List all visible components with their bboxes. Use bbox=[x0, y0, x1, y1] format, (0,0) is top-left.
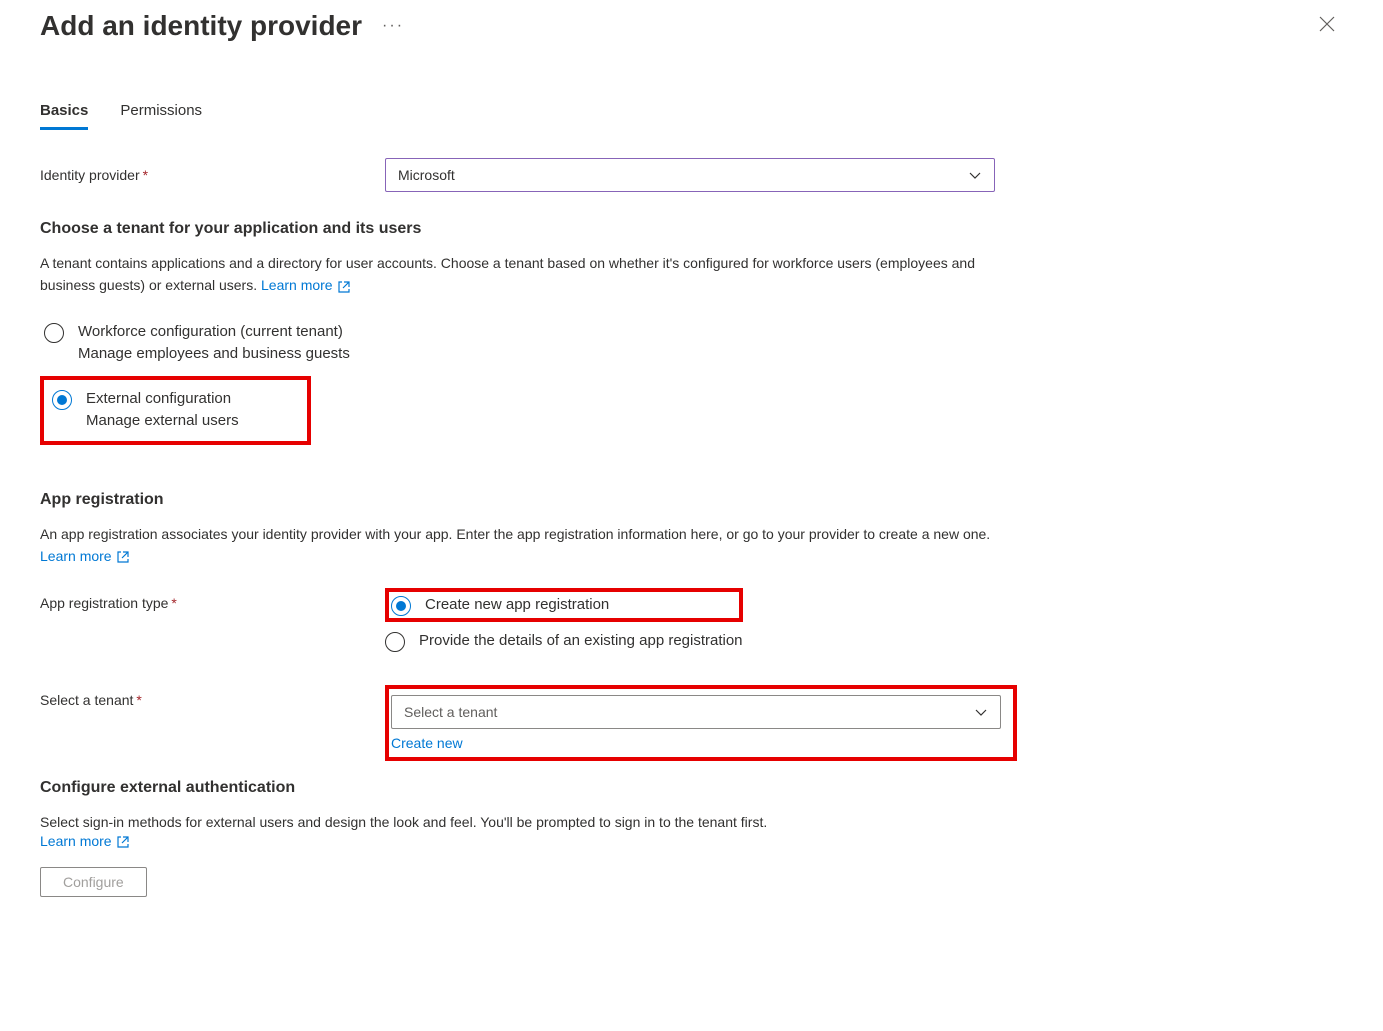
configure-auth-description: Select sign-in methods for external user… bbox=[40, 811, 1000, 833]
close-icon[interactable] bbox=[1311, 11, 1343, 42]
radio-circle-checked bbox=[391, 596, 411, 616]
radio-create-new-app[interactable]: Create new app registration bbox=[391, 594, 609, 617]
app-reg-type-label-text: App registration type bbox=[40, 595, 168, 611]
required-indicator: * bbox=[143, 167, 148, 183]
create-new-text: Create new app registration bbox=[425, 594, 609, 617]
identity-provider-select[interactable]: Microsoft bbox=[385, 158, 995, 192]
chevron-down-icon bbox=[974, 705, 988, 719]
configure-auth-learn-more-text: Learn more bbox=[40, 833, 112, 849]
tenant-description-text: A tenant contains applications and a dir… bbox=[40, 255, 975, 293]
workforce-subtitle: Manage employees and business guests bbox=[78, 343, 350, 366]
header-left: Add an identity provider ··· bbox=[40, 10, 404, 42]
select-tenant-placeholder: Select a tenant bbox=[404, 704, 497, 720]
radio-workforce-config[interactable]: Workforce configuration (current tenant)… bbox=[40, 317, 1343, 370]
required-indicator: * bbox=[136, 692, 141, 708]
app-reg-learn-more-link[interactable]: Learn more bbox=[40, 548, 129, 564]
select-tenant-label: Select a tenant* bbox=[40, 685, 385, 708]
required-indicator: * bbox=[171, 595, 176, 611]
more-options-icon[interactable]: ··· bbox=[382, 17, 404, 35]
create-new-highlight: Create new app registration bbox=[385, 588, 743, 623]
tenant-learn-more-text: Learn more bbox=[261, 277, 333, 293]
create-new-tenant-link[interactable]: Create new bbox=[391, 735, 1001, 751]
configure-auth-learn-more-link[interactable]: Learn more bbox=[40, 833, 129, 849]
chevron-down-icon bbox=[968, 168, 982, 182]
app-reg-type-row: App registration type* Create new app re… bbox=[40, 588, 1343, 665]
tenant-section-description: A tenant contains applications and a dir… bbox=[40, 252, 1000, 297]
identity-provider-value: Microsoft bbox=[398, 167, 455, 183]
radio-workforce-labels: Workforce configuration (current tenant)… bbox=[78, 321, 350, 366]
select-tenant-row: Select a tenant* Select a tenant Create … bbox=[40, 685, 1343, 761]
provide-existing-text: Provide the details of an existing app r… bbox=[419, 630, 743, 653]
app-reg-description-text: An app registration associates your iden… bbox=[40, 526, 990, 542]
page-title: Add an identity provider bbox=[40, 10, 362, 42]
radio-circle-checked bbox=[52, 390, 72, 410]
external-config-highlight: External configuration Manage external u… bbox=[40, 376, 311, 445]
app-registration-description: An app registration associates your iden… bbox=[40, 523, 1000, 568]
external-link-icon bbox=[117, 836, 129, 848]
app-registration-heading: App registration bbox=[40, 491, 1343, 509]
app-reg-type-radios: Create new app registration Provide the … bbox=[385, 588, 743, 665]
page-header: Add an identity provider ··· bbox=[40, 10, 1343, 42]
configure-button[interactable]: Configure bbox=[40, 867, 147, 897]
identity-provider-label: Identity provider* bbox=[40, 167, 385, 183]
identity-provider-row: Identity provider* Microsoft bbox=[40, 158, 1343, 192]
configure-auth-heading: Configure external authentication bbox=[40, 779, 1343, 797]
tenant-section-heading: Choose a tenant for your application and… bbox=[40, 220, 1343, 238]
identity-provider-label-text: Identity provider bbox=[40, 167, 140, 183]
configure-auth-desc-text: Select sign-in methods for external user… bbox=[40, 814, 767, 830]
radio-provide-existing[interactable]: Provide the details of an existing app r… bbox=[385, 630, 743, 653]
tenant-learn-more-link[interactable]: Learn more bbox=[261, 277, 350, 293]
radio-circle-unchecked bbox=[44, 323, 64, 343]
tab-basics[interactable]: Basics bbox=[40, 102, 88, 130]
external-link-icon bbox=[117, 551, 129, 563]
radio-external-labels: External configuration Manage external u… bbox=[86, 388, 239, 433]
workforce-title: Workforce configuration (current tenant) bbox=[78, 321, 350, 344]
radio-circle-unchecked bbox=[385, 632, 405, 652]
radio-external-config[interactable]: External configuration Manage external u… bbox=[48, 384, 247, 437]
tab-permissions[interactable]: Permissions bbox=[120, 102, 202, 130]
external-title: External configuration bbox=[86, 388, 239, 411]
select-tenant-dropdown[interactable]: Select a tenant bbox=[391, 695, 1001, 729]
select-tenant-highlight: Select a tenant Create new bbox=[385, 685, 1017, 761]
external-subtitle: Manage external users bbox=[86, 410, 239, 433]
external-link-icon bbox=[338, 281, 350, 293]
select-tenant-label-text: Select a tenant bbox=[40, 692, 133, 708]
app-reg-learn-more-text: Learn more bbox=[40, 548, 112, 564]
app-reg-type-label: App registration type* bbox=[40, 588, 385, 611]
tab-bar: Basics Permissions bbox=[40, 102, 1343, 130]
